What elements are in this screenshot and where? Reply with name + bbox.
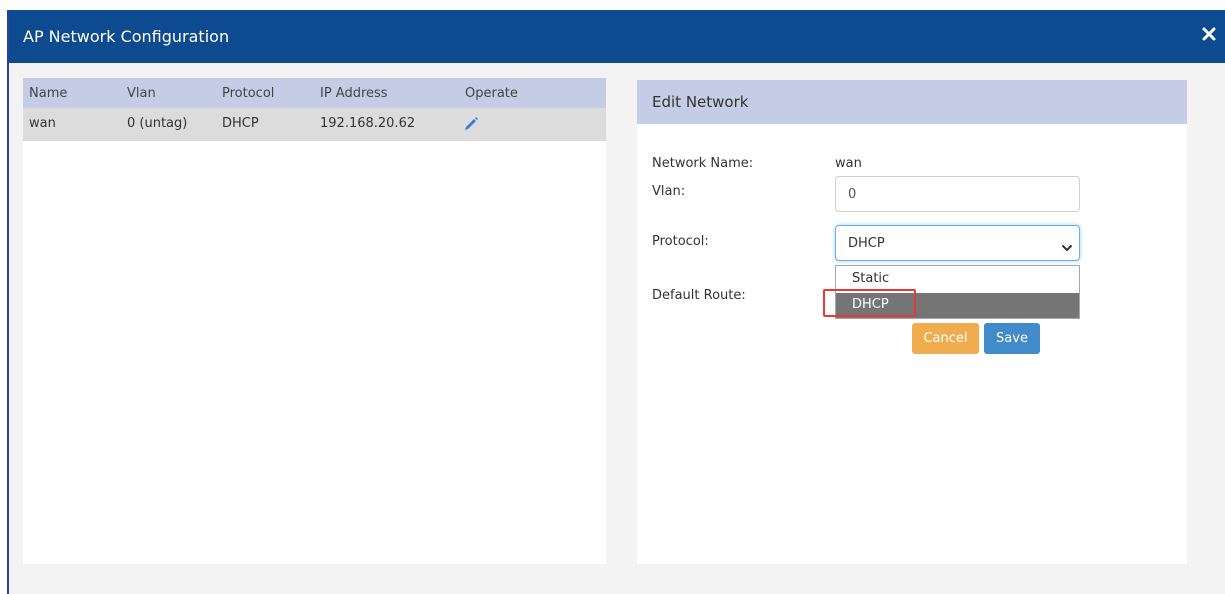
protocol-label: Protocol: — [652, 234, 709, 249]
column-header-protocol: Protocol — [222, 86, 275, 101]
table-row[interactable]: wan 0 (untag) DHCP 192.168.20.62 — [23, 108, 606, 141]
column-header-vlan: Vlan — [127, 86, 156, 101]
cell-vlan: 0 (untag) — [127, 116, 188, 131]
network-name-value: wan — [835, 156, 862, 171]
network-table: Name Vlan Protocol IP Address Operate wa… — [23, 78, 606, 564]
chevron-down-icon — [1061, 238, 1073, 257]
close-icon[interactable] — [1201, 26, 1225, 50]
option-static-label: Static — [852, 271, 890, 286]
vlan-label: Vlan: — [652, 184, 686, 199]
network-name-label: Network Name: — [652, 156, 754, 171]
cell-ip-address: 192.168.20.62 — [320, 116, 416, 131]
annotation-highlight-box — [823, 289, 916, 317]
dialog-header: AP Network Configuration — [9, 10, 1225, 63]
column-header-ip-address: IP Address — [320, 86, 388, 101]
pencil-icon[interactable] — [463, 116, 481, 132]
column-header-name: Name — [29, 86, 68, 101]
edit-network-panel: Edit Network Network Name: wan Vlan: Pro… — [637, 80, 1187, 564]
network-config-dialog: AP Network Configuration Name Vlan Proto… — [7, 10, 1225, 594]
vlan-input[interactable] — [835, 176, 1080, 212]
cell-protocol: DHCP — [222, 116, 259, 131]
edit-panel-header: Edit Network — [637, 80, 1187, 124]
table-header: Name Vlan Protocol IP Address Operate — [23, 78, 606, 108]
column-header-operate: Operate — [465, 86, 518, 101]
edit-panel-title: Edit Network — [652, 93, 749, 111]
save-button[interactable]: Save — [984, 323, 1040, 354]
default-route-label: Default Route: — [652, 288, 746, 303]
cell-name: wan — [29, 116, 56, 131]
cancel-button[interactable]: Cancel — [912, 323, 979, 354]
protocol-selected-value: DHCP — [848, 236, 885, 251]
dialog-title: AP Network Configuration — [23, 27, 230, 46]
protocol-select[interactable]: DHCP — [835, 225, 1080, 261]
